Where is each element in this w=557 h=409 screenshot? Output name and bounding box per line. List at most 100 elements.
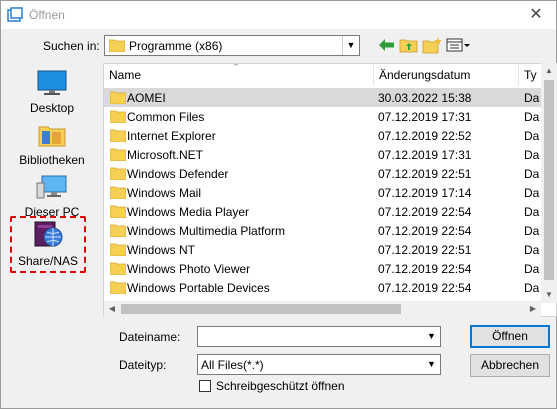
filename-label: Dateiname: bbox=[119, 330, 181, 344]
vertical-scrollbar[interactable]: ▲ ▼ bbox=[541, 63, 557, 303]
folder-icon bbox=[110, 205, 126, 218]
file-name: Windows Defender bbox=[127, 167, 229, 181]
file-list[interactable]: ⌃ Name Änderungsdatum Ty AOMEI 30.03.2022… bbox=[103, 63, 557, 317]
column-type[interactable]: Ty bbox=[524, 68, 537, 82]
up-folder-icon[interactable] bbox=[399, 36, 419, 54]
list-item[interactable]: Windows Mail 07.12.2019 17:14 Da bbox=[104, 183, 544, 202]
list-item[interactable]: Windows Defender 07.12.2019 22:51 Da bbox=[104, 164, 544, 183]
file-name: Windows Media Player bbox=[127, 205, 250, 219]
scroll-thumb[interactable] bbox=[544, 80, 554, 280]
cancel-button[interactable]: Abbrechen bbox=[470, 354, 550, 377]
folder-icon bbox=[110, 110, 126, 123]
horizontal-scrollbar[interactable]: ◀ ▶ bbox=[104, 301, 541, 317]
file-date: 07.12.2019 17:31 bbox=[378, 148, 472, 162]
file-date: 30.03.2022 15:38 bbox=[378, 91, 472, 105]
file-date: 07.12.2019 22:51 bbox=[378, 243, 472, 257]
chevron-down-icon[interactable]: ▼ bbox=[423, 355, 440, 374]
scroll-left-icon[interactable]: ◀ bbox=[104, 301, 120, 317]
filetype-select[interactable]: All Files(*.*) ▼ bbox=[197, 354, 441, 375]
column-date[interactable]: Änderungsdatum bbox=[379, 68, 470, 82]
column-name[interactable]: Name bbox=[109, 68, 141, 82]
file-date: 07.12.2019 22:54 bbox=[378, 262, 472, 276]
scroll-thumb-horizontal[interactable] bbox=[121, 304, 401, 314]
chevron-down-icon[interactable]: ▼ bbox=[342, 36, 359, 55]
file-type: Da bbox=[524, 91, 540, 105]
list-item[interactable]: AOMEI 30.03.2022 15:38 Da bbox=[104, 88, 544, 107]
file-type: Da bbox=[524, 167, 540, 181]
file-type: Da bbox=[524, 224, 540, 238]
place-label: Share/NAS bbox=[17, 254, 79, 268]
list-item[interactable]: Windows Photo Viewer 07.12.2019 22:54 Da bbox=[104, 259, 544, 278]
folder-icon bbox=[110, 167, 126, 180]
file-date: 07.12.2019 22:54 bbox=[378, 205, 472, 219]
folder-icon bbox=[110, 262, 126, 275]
file-date: 07.12.2019 22:54 bbox=[378, 281, 472, 295]
place-label: Desktop bbox=[29, 101, 75, 115]
scroll-right-icon[interactable]: ▶ bbox=[525, 301, 541, 317]
list-item[interactable]: Common Files 07.12.2019 17:31 Da bbox=[104, 107, 544, 126]
lookin-combobox[interactable]: Programme (x86) ▼ bbox=[104, 35, 360, 56]
place-libraries[interactable]: Bibliotheken bbox=[9, 119, 95, 171]
chevron-down-icon[interactable]: ▼ bbox=[423, 327, 440, 346]
lookin-value: Programme (x86) bbox=[129, 39, 223, 53]
file-type: Da bbox=[524, 243, 540, 257]
file-type: Da bbox=[524, 186, 540, 200]
folder-icon bbox=[110, 281, 126, 294]
file-date: 07.12.2019 22:54 bbox=[378, 224, 472, 238]
file-type: Da bbox=[524, 129, 540, 143]
file-type: Da bbox=[524, 148, 540, 162]
open-button[interactable]: Öffnen bbox=[470, 325, 550, 348]
scroll-down-icon[interactable]: ▼ bbox=[541, 287, 557, 303]
window-title: Öffnen bbox=[29, 8, 65, 22]
folder-icon bbox=[109, 39, 125, 52]
open-dialog: Öffnen ✕ Suchen in: Programme (x86) ▼ De… bbox=[0, 0, 557, 409]
file-date: 07.12.2019 22:52 bbox=[378, 129, 472, 143]
list-item[interactable]: Windows NT 07.12.2019 22:51 Da bbox=[104, 240, 544, 259]
filetype-value: All Files(*.*) bbox=[201, 358, 264, 372]
list-item[interactable]: Windows Portable Devices 07.12.2019 22:54… bbox=[104, 278, 544, 297]
filename-combobox[interactable]: ▼ bbox=[197, 326, 441, 347]
folder-icon bbox=[110, 91, 126, 104]
dialog-app-icon bbox=[7, 7, 23, 22]
file-name: Windows Mail bbox=[127, 186, 202, 200]
folder-icon bbox=[110, 243, 126, 256]
folder-icon bbox=[110, 129, 126, 142]
sort-ascending-icon: ⌃ bbox=[232, 63, 240, 72]
file-name: Internet Explorer bbox=[127, 129, 216, 143]
file-type: Da bbox=[524, 262, 540, 276]
list-item[interactable]: Windows Multimedia Platform 07.12.2019 22… bbox=[104, 221, 544, 240]
title-bar: Öffnen ✕ bbox=[1, 1, 556, 29]
file-name: Windows Photo Viewer bbox=[127, 262, 251, 276]
column-divider[interactable] bbox=[373, 64, 374, 86]
readonly-label: Schreibgeschützt öffnen bbox=[216, 379, 345, 393]
place-label: Bibliotheken bbox=[19, 153, 85, 167]
file-name: Windows Multimedia Platform bbox=[127, 224, 286, 238]
new-folder-icon[interactable] bbox=[422, 36, 442, 54]
file-type: Da bbox=[524, 281, 540, 295]
file-date: 07.12.2019 22:51 bbox=[378, 167, 472, 181]
file-name: Microsoft.NET bbox=[127, 148, 204, 162]
column-divider[interactable] bbox=[518, 64, 519, 86]
close-button[interactable]: ✕ bbox=[522, 3, 550, 27]
file-name: Common Files bbox=[127, 110, 205, 124]
scroll-up-icon[interactable]: ▲ bbox=[541, 63, 557, 79]
folder-icon bbox=[110, 224, 126, 237]
list-item[interactable]: Microsoft.NET 07.12.2019 17:31 Da bbox=[104, 145, 544, 164]
place-share-nas[interactable]: Share/NAS bbox=[10, 216, 86, 273]
file-name: Windows NT bbox=[127, 243, 196, 257]
filetype-label: Dateityp: bbox=[119, 358, 167, 372]
file-name: Windows Portable Devices bbox=[127, 281, 270, 295]
list-header: ⌃ Name Änderungsdatum Ty bbox=[104, 63, 556, 86]
share-nas-icon bbox=[34, 221, 63, 247]
file-type: Da bbox=[524, 110, 540, 124]
view-menu-icon[interactable] bbox=[446, 36, 472, 54]
place-desktop[interactable]: Desktop bbox=[9, 67, 95, 119]
lookin-label: Suchen in: bbox=[43, 39, 100, 53]
back-arrow-icon[interactable] bbox=[377, 36, 397, 54]
folder-icon bbox=[110, 186, 126, 199]
list-item[interactable]: Internet Explorer 07.12.2019 22:52 Da bbox=[104, 126, 544, 145]
readonly-checkbox[interactable] bbox=[199, 380, 211, 392]
file-date: 07.12.2019 17:31 bbox=[378, 110, 472, 124]
libraries-icon bbox=[38, 126, 66, 147]
list-item[interactable]: Windows Media Player 07.12.2019 22:54 Da bbox=[104, 202, 544, 221]
